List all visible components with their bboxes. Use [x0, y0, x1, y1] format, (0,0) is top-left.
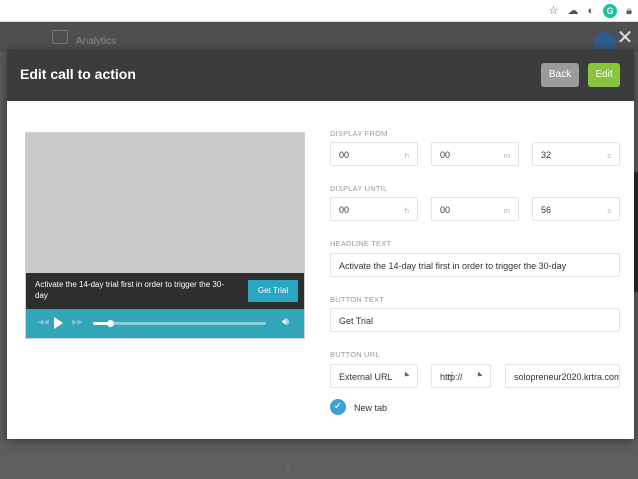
close-icon[interactable]: ✕ [615, 28, 635, 48]
display-from-seconds-input[interactable]: 32 s [532, 142, 620, 166]
volume-icon[interactable]: 🔊︎ [282, 316, 289, 329]
hours-unit: h [404, 151, 409, 160]
edit-cta-modal: Edit call to action Back Edit Activate t… [7, 49, 634, 439]
background-nav-analytics: Analytics [76, 36, 117, 47]
forward-icon[interactable]: ▶▶ [72, 318, 83, 326]
url-protocol-select[interactable]: http:// [431, 364, 491, 388]
caret-down-icon [402, 371, 410, 379]
button-text-label: BUTTON TEXT [330, 295, 385, 304]
url-value: solopreneur2020.krtra.com [514, 372, 620, 382]
button-text-input[interactable]: Get Trial [330, 308, 620, 332]
url-type-value: External URL [339, 372, 393, 382]
browser-extension-icons: ☆ ☁ ◐ G 🔒︎ [549, 3, 632, 19]
background-footer [0, 440, 638, 479]
edit-button[interactable]: Edit [588, 63, 620, 87]
headline-text-input[interactable]: Activate the 14-day trial first in order… [330, 253, 620, 277]
pointer-cursor-icon: ☝ [447, 371, 454, 383]
display-from-minutes-input[interactable]: 00 m [431, 142, 519, 166]
cta-overlay-button[interactable]: Get Trial [248, 280, 298, 302]
progress-handle[interactable] [107, 320, 115, 327]
back-button[interactable]: Back [541, 63, 579, 87]
display-from-seconds-value: 32 [541, 150, 552, 160]
new-tab-checkbox[interactable]: ✓ [330, 399, 346, 415]
headline-text-value: Activate the 14-day trial first in order… [339, 261, 567, 271]
play-icon[interactable] [54, 317, 63, 329]
display-until-seconds-input[interactable]: 56 s [532, 197, 620, 221]
display-until-label: DISPLAY UNTIL [330, 184, 388, 193]
display-from-minutes-value: 00 [440, 150, 451, 160]
circle-icon[interactable]: ◐ [587, 3, 594, 19]
star-icon[interactable]: ☆ [549, 3, 559, 19]
display-until-minutes-value: 00 [440, 205, 451, 215]
background-side-strip [634, 172, 638, 292]
display-until-hours-input[interactable]: 00 h [330, 197, 418, 221]
display-until-minutes-input[interactable]: 00 m [431, 197, 519, 221]
display-until-seconds-value: 56 [541, 205, 552, 215]
cta-overlay: Activate the 14-day trial first in order… [26, 273, 304, 309]
display-until-hours-value: 00 [339, 205, 350, 215]
url-type-select[interactable]: External URL [330, 364, 418, 388]
minutes-unit: m [503, 206, 510, 215]
lock-icon[interactable]: 🔒︎ [626, 3, 632, 19]
progress-bar[interactable] [93, 320, 266, 327]
grammarly-icon[interactable]: G [603, 4, 618, 18]
caret-down-icon [475, 371, 483, 379]
url-input[interactable]: solopreneur2020.krtra.com [505, 364, 620, 388]
cloud-icon[interactable]: ☁ [567, 3, 578, 19]
headline-text-label: HEADLINE TEXT [330, 239, 392, 248]
rewind-icon[interactable]: ◀◀ [38, 318, 49, 326]
chevron-down-icon: ⌄ [284, 460, 293, 471]
display-from-hours-input[interactable]: 00 h [330, 142, 418, 166]
browser-toolbar: ☆ ☁ ◐ G 🔒︎ [0, 0, 638, 22]
minutes-unit: m [503, 151, 510, 160]
seconds-unit: s [607, 151, 611, 160]
modal-header: Edit call to action Back Edit [7, 49, 634, 101]
background-logo-icon [52, 30, 68, 44]
display-from-label: DISPLAY FROM [330, 129, 388, 138]
video-preview: Activate the 14-day trial first in order… [25, 132, 305, 339]
seconds-unit: s [607, 206, 611, 215]
new-tab-label: New tab [354, 403, 388, 413]
button-url-label: BUTTON URL [330, 350, 380, 359]
player-controls: ◀◀ ▶▶ 🔊︎ [26, 309, 304, 338]
cta-overlay-text: Activate the 14-day trial first in order… [35, 280, 224, 300]
hours-unit: h [404, 206, 409, 215]
display-from-hours-value: 00 [339, 150, 350, 160]
modal-title: Edit call to action [20, 66, 136, 82]
button-text-value: Get Trial [339, 316, 374, 326]
